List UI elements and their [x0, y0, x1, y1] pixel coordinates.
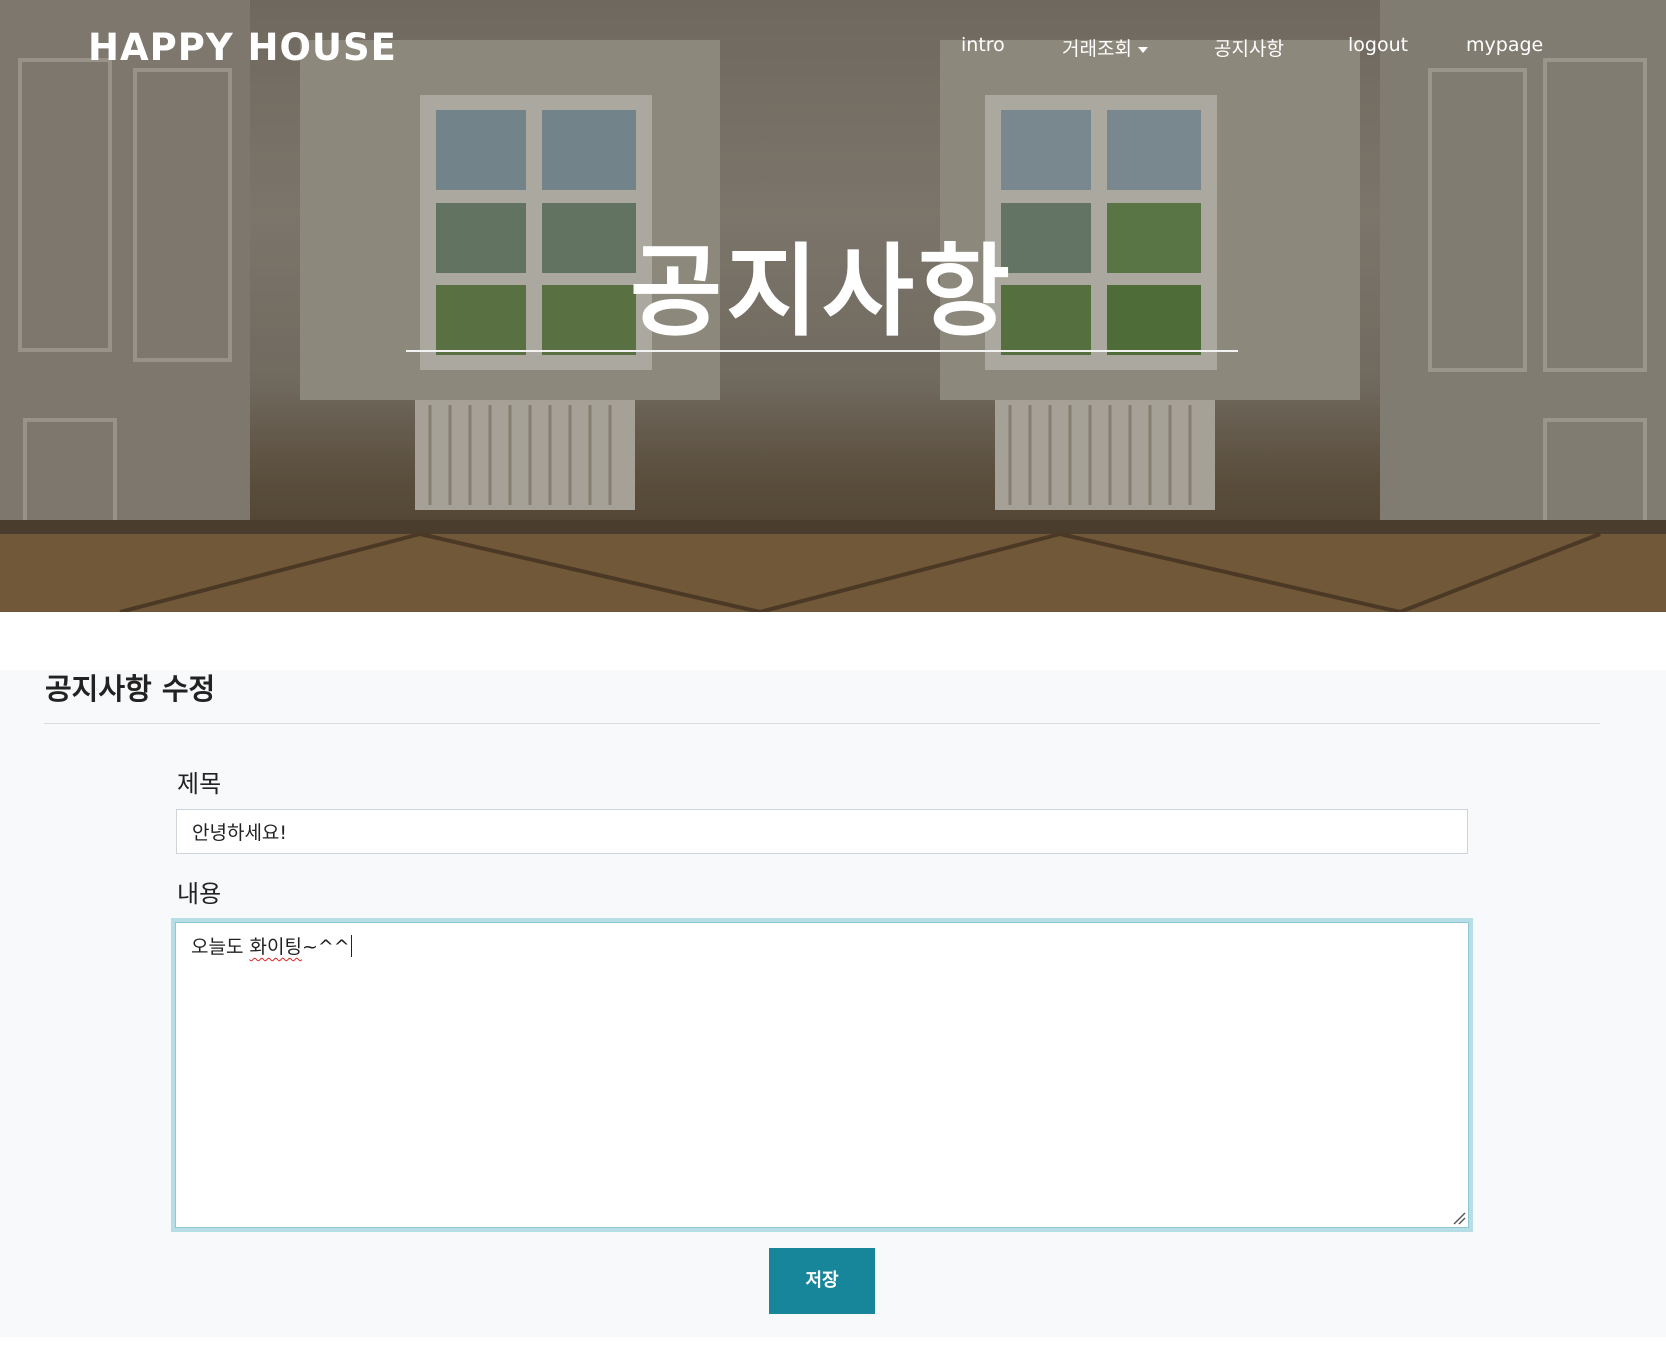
text-cursor [350, 935, 352, 957]
nav-trade-lookup-label: 거래조회 [1062, 38, 1132, 60]
hero-title: 공지사항 [630, 233, 1014, 350]
page-title: 공지사항 수정 [45, 672, 216, 706]
content-textarea[interactable]: 오늘도 화이팅~^^ [175, 922, 1469, 1228]
nav-logout[interactable]: logout [1348, 34, 1408, 56]
nav-trade-lookup-dropdown[interactable]: 거래조회 [1062, 34, 1148, 61]
content-text-part: 오늘도 [191, 936, 250, 958]
brand-logo[interactable]: HAPPY HOUSE [88, 26, 397, 69]
resize-handle-icon[interactable] [1452, 1211, 1466, 1225]
content-textarea-focus-ring: 오늘도 화이팅~^^ [171, 918, 1473, 1232]
content-text-part: ~^^ [301, 936, 350, 958]
nav-notice[interactable]: 공지사항 [1214, 34, 1284, 61]
content-text-misspelled: 화이팅 [249, 936, 302, 958]
hero-title-underline [406, 350, 1238, 352]
title-label: 제목 [177, 770, 222, 798]
title-input[interactable] [176, 809, 1468, 854]
caret-down-icon [1137, 46, 1148, 53]
content-label: 내용 [177, 880, 222, 908]
nav-mypage[interactable]: mypage [1466, 34, 1543, 56]
nav-intro[interactable]: intro [961, 34, 1005, 56]
save-button[interactable]: 저장 [769, 1248, 875, 1314]
section-divider [44, 723, 1600, 724]
